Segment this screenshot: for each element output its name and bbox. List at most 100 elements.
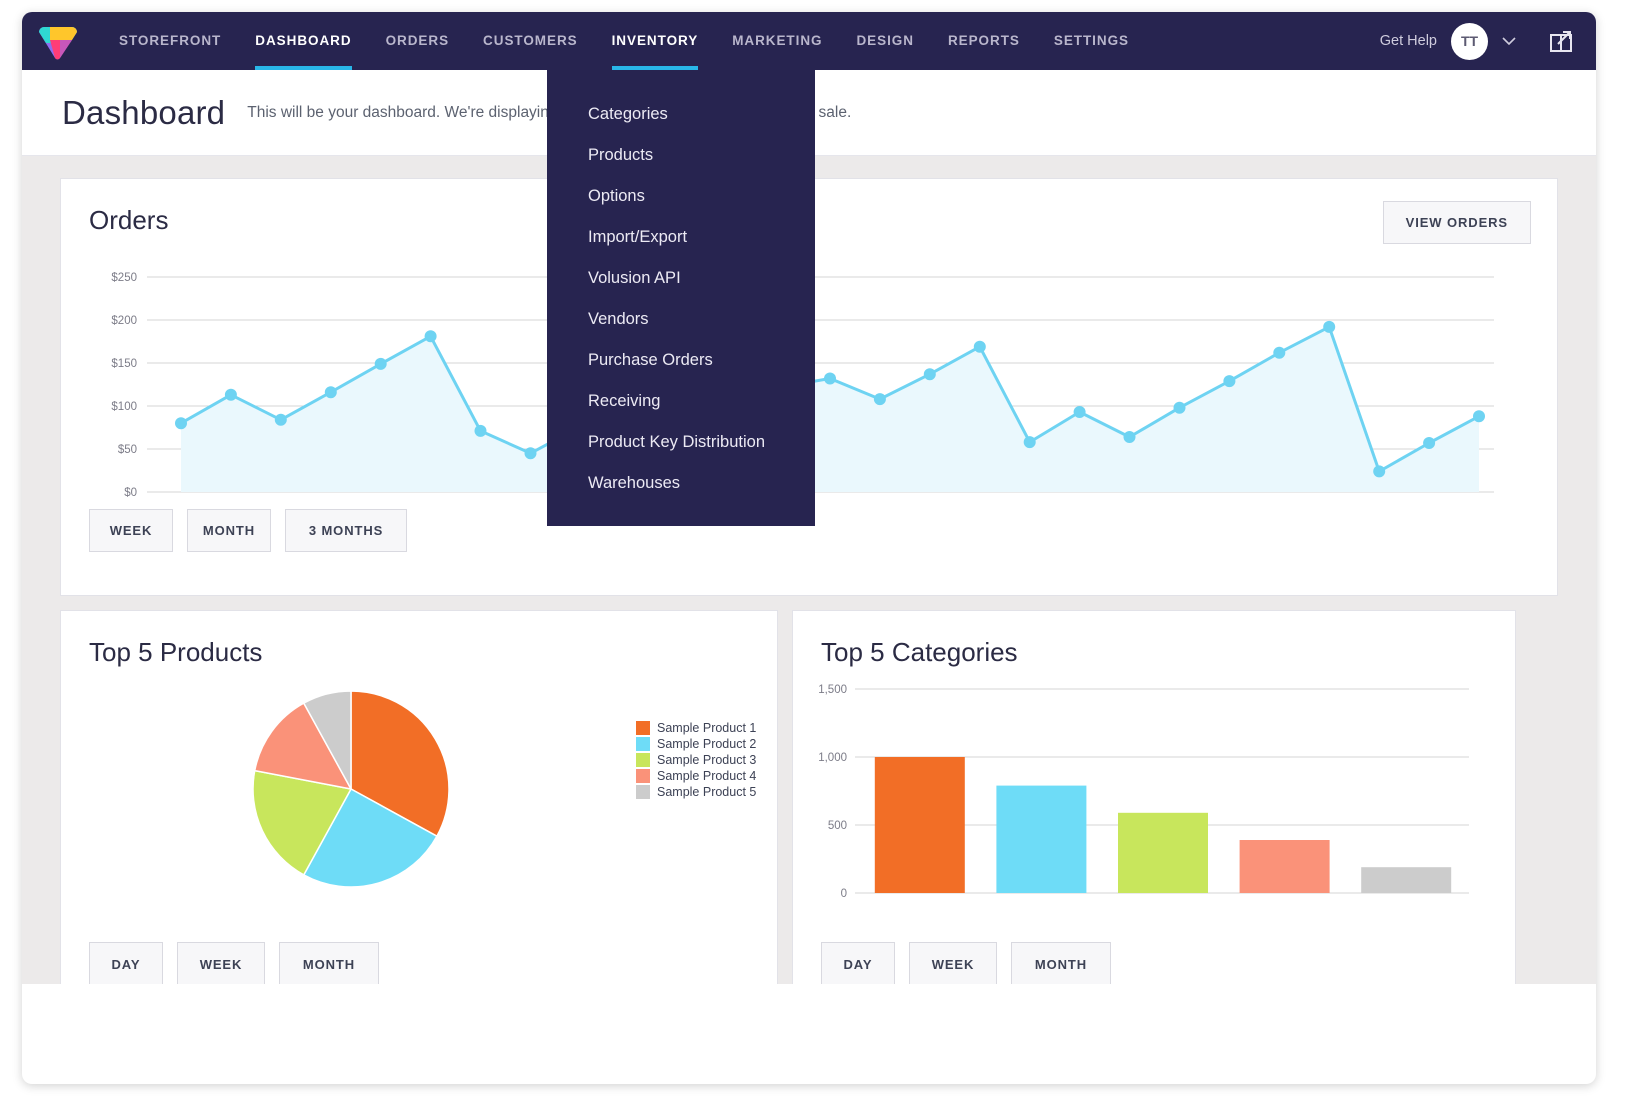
nav-link-reports[interactable]: REPORTS xyxy=(931,12,1037,70)
top-products-title: Top 5 Products xyxy=(89,637,749,668)
category-bar xyxy=(1240,840,1330,893)
menu-item-purchase-orders[interactable]: Purchase Orders xyxy=(547,340,815,381)
legend-swatch-product-4 xyxy=(636,769,650,783)
nav-link-storefront[interactable]: STOREFRONT xyxy=(102,12,238,70)
orders-data-point xyxy=(1174,402,1186,414)
orders-ytick-50: $50 xyxy=(118,444,137,456)
page-title: Dashboard xyxy=(62,94,225,132)
menu-item-receiving[interactable]: Receiving xyxy=(547,381,815,422)
top-categories-card: Top 5 Categories 1,500 1,000 500 0 xyxy=(792,610,1516,984)
orders-ytick-250: $250 xyxy=(111,272,137,284)
top-categories-day-button[interactable]: DAY xyxy=(821,942,895,984)
orders-data-point xyxy=(425,330,437,342)
top-products-pie-chart xyxy=(251,689,451,889)
chevron-down-icon[interactable] xyxy=(1502,36,1516,46)
category-bar xyxy=(1118,813,1208,893)
orders-ytick-0: $0 xyxy=(124,487,137,497)
legend-swatch-product-1 xyxy=(636,721,650,735)
legend-item: Sample Product 5 xyxy=(636,785,756,799)
top-categories-bar-chart: 1,500 1,000 500 0 xyxy=(793,677,1493,905)
top-categories-title: Top 5 Categories xyxy=(821,637,1487,668)
top-categories-week-button[interactable]: WEEK xyxy=(909,942,997,984)
view-orders-button[interactable]: VIEW ORDERS xyxy=(1383,201,1531,244)
orders-data-point xyxy=(1074,406,1086,418)
legend-label-product-1: Sample Product 1 xyxy=(657,721,756,735)
top-products-month-button[interactable]: MONTH xyxy=(279,942,379,984)
legend-item: Sample Product 3 xyxy=(636,753,756,767)
nav-link-customers[interactable]: CUSTOMERS xyxy=(466,12,595,70)
orders-data-point xyxy=(325,386,337,398)
menu-item-warehouses[interactable]: Warehouses xyxy=(547,463,815,504)
orders-data-point xyxy=(1024,436,1036,448)
legend-label-product-3: Sample Product 3 xyxy=(657,753,756,767)
nav-link-marketing[interactable]: MARKETING xyxy=(715,12,839,70)
app-window: STOREFRONT DASHBOARD ORDERS CUSTOMERS IN… xyxy=(22,12,1596,1084)
menu-item-import-export[interactable]: Import/Export xyxy=(547,217,815,258)
top-products-week-button[interactable]: WEEK xyxy=(177,942,265,984)
inventory-dropdown-menu: Categories Products Options Import/Expor… xyxy=(547,70,815,526)
menu-item-vendors[interactable]: Vendors xyxy=(547,299,815,340)
orders-range-week-button[interactable]: WEEK xyxy=(89,509,173,552)
top-categories-range-buttons: DAY WEEK MONTH xyxy=(821,942,1111,984)
menu-item-volusion-api[interactable]: Volusion API xyxy=(547,258,815,299)
categories-ytick-500: 500 xyxy=(828,820,847,832)
orders-data-point xyxy=(275,414,287,426)
orders-ytick-150: $150 xyxy=(111,358,137,370)
pie-slices xyxy=(253,691,449,887)
top-products-legend: Sample Product 1 Sample Product 2 Sample… xyxy=(636,721,756,801)
orders-data-point xyxy=(1373,465,1385,477)
orders-data-point xyxy=(1223,375,1235,387)
get-help-link[interactable]: Get Help xyxy=(1380,33,1437,49)
orders-data-point xyxy=(175,417,187,429)
top-products-card: Top 5 Products Sample Product 1 Sample P… xyxy=(60,610,778,984)
legend-item: Sample Product 4 xyxy=(636,769,756,783)
orders-range-month-button[interactable]: MONTH xyxy=(187,509,271,552)
orders-data-point xyxy=(974,341,986,353)
nav-link-orders[interactable]: ORDERS xyxy=(369,12,466,70)
menu-item-categories[interactable]: Categories xyxy=(547,94,815,135)
orders-data-point xyxy=(1323,321,1335,333)
categories-ytick-0: 0 xyxy=(841,888,847,900)
orders-ytick-100: $100 xyxy=(111,401,137,413)
category-bar xyxy=(996,786,1086,893)
top-products-range-buttons: DAY WEEK MONTH xyxy=(89,942,379,984)
legend-swatch-product-2 xyxy=(636,737,650,751)
orders-range-buttons: WEEK MONTH 3 MONTHS xyxy=(89,509,407,552)
nav-link-inventory[interactable]: INVENTORY xyxy=(595,12,716,70)
nav-links: STOREFRONT DASHBOARD ORDERS CUSTOMERS IN… xyxy=(102,12,1146,70)
top-products-day-button[interactable]: DAY xyxy=(89,942,163,984)
volusion-logo-icon[interactable] xyxy=(36,21,80,61)
legend-item: Sample Product 2 xyxy=(636,737,756,751)
orders-data-point xyxy=(225,389,237,401)
top-categories-month-button[interactable]: MONTH xyxy=(1011,942,1111,984)
menu-item-products[interactable]: Products xyxy=(547,135,815,176)
nav-link-dashboard[interactable]: DASHBOARD xyxy=(238,12,368,70)
top-navigation-bar: STOREFRONT DASHBOARD ORDERS CUSTOMERS IN… xyxy=(22,12,1596,70)
legend-item: Sample Product 1 xyxy=(636,721,756,735)
orders-data-point xyxy=(1124,431,1136,443)
bottom-card-row: Top 5 Products Sample Product 1 Sample P… xyxy=(60,610,1558,984)
nav-link-settings[interactable]: SETTINGS xyxy=(1037,12,1146,70)
categories-ytick-1000: 1,000 xyxy=(818,752,847,764)
legend-label-product-4: Sample Product 4 xyxy=(657,769,756,783)
nav-link-design[interactable]: DESIGN xyxy=(839,12,930,70)
legend-label-product-5: Sample Product 5 xyxy=(657,785,756,799)
avatar[interactable]: TT xyxy=(1451,23,1488,60)
legend-swatch-product-3 xyxy=(636,753,650,767)
orders-data-point xyxy=(1273,347,1285,359)
category-bar xyxy=(875,757,965,893)
orders-data-point xyxy=(375,358,387,370)
category-bar xyxy=(1361,867,1451,893)
orders-data-point xyxy=(924,368,936,380)
external-link-icon[interactable] xyxy=(1548,28,1574,54)
orders-data-point xyxy=(525,447,537,459)
orders-ytick-200: $200 xyxy=(111,315,137,327)
orders-data-point xyxy=(874,393,886,405)
legend-swatch-product-5 xyxy=(636,785,650,799)
legend-label-product-2: Sample Product 2 xyxy=(657,737,756,751)
orders-range-3months-button[interactable]: 3 MONTHS xyxy=(285,509,407,552)
categories-ytick-1500: 1,500 xyxy=(818,684,847,696)
orders-data-point xyxy=(1473,410,1485,422)
menu-item-options[interactable]: Options xyxy=(547,176,815,217)
menu-item-product-key-distribution[interactable]: Product Key Distribution xyxy=(547,422,815,463)
